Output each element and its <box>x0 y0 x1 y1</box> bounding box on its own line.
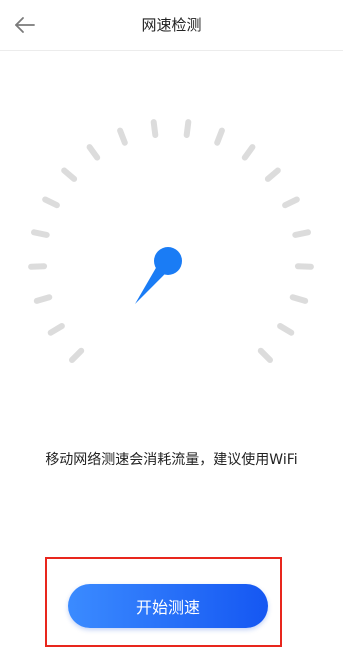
needle-hub <box>154 247 182 275</box>
gauge-tick <box>264 167 281 182</box>
gauge-tick <box>257 347 273 363</box>
gauge-tick <box>294 263 314 270</box>
gauge-tick <box>183 119 192 138</box>
gauge-ticks <box>28 119 314 363</box>
gauge-tick <box>47 323 65 336</box>
gauge-tick <box>31 229 50 238</box>
gauge-tick <box>289 294 309 304</box>
gauge-tick <box>117 127 128 146</box>
gauge-tick <box>277 323 295 336</box>
start-test-button[interactable]: 开始测速 <box>68 584 268 628</box>
gauge-tick <box>241 144 256 161</box>
gauge-needle <box>135 247 182 304</box>
gauge-tick <box>214 127 225 146</box>
gauge-tick <box>86 144 101 161</box>
gauge-tick <box>61 167 78 182</box>
speed-gauge <box>28 119 314 363</box>
gauge-tick <box>33 294 53 304</box>
gauge-tick <box>42 196 60 209</box>
gauge-tick <box>150 119 159 138</box>
gauge-tick <box>292 229 311 238</box>
speed-test-screen: 网速检测 移动网络测速会消耗流量，建议使用WiFi 开始测速 <box>0 0 343 652</box>
gauge-tick <box>282 196 300 209</box>
gauge-tick <box>28 263 48 270</box>
page-title: 网速检测 <box>141 16 202 34</box>
data-usage-notice: 移动网络测速会消耗流量，建议使用WiFi <box>45 452 298 468</box>
gauge-tick <box>69 347 85 363</box>
header-bar: 网速检测 <box>0 0 343 51</box>
